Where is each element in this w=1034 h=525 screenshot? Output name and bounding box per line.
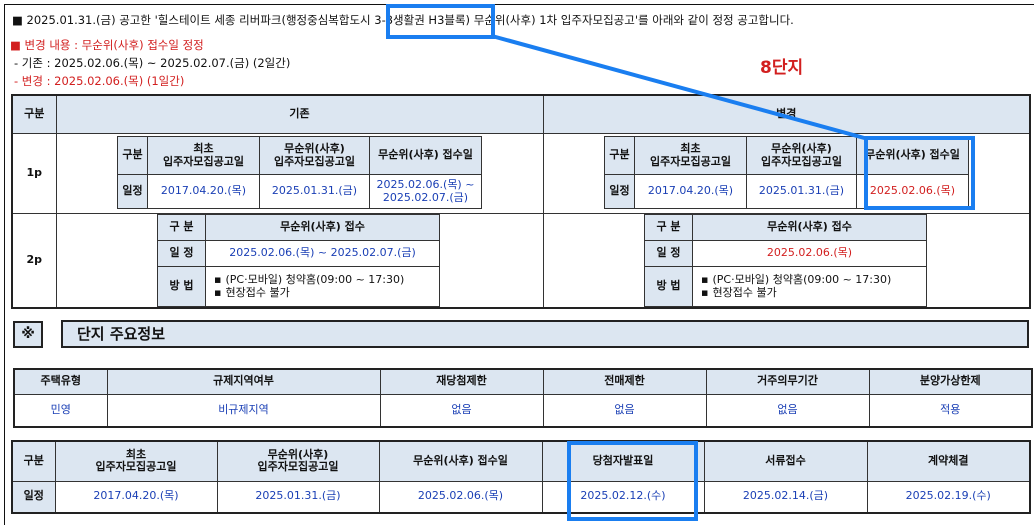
sched-v-docs: 2025.02.14.(금) xyxy=(703,480,868,514)
compare-header-before: 기존 xyxy=(55,94,544,134)
p1-h-first: 최초 입주자모집공고일 xyxy=(147,136,260,175)
row-1p-label: 1p xyxy=(11,132,57,214)
info-v-rewin: 없음 xyxy=(379,393,544,428)
p2-h-cat-after: 구 분 xyxy=(644,214,693,241)
row-2p-label: 2p xyxy=(11,212,57,309)
change-title: ■ 변경 내용 : 무순위(사후) 접수일 정정 xyxy=(10,38,204,52)
method-item: (PC·모바일) 청약홈(09:00 ~ 17:30) xyxy=(701,273,924,287)
info-v-resale: 없음 xyxy=(542,393,707,428)
p2-after-schedule: 2025.02.06.(목) xyxy=(692,240,927,267)
info-h-resale: 전매제한 xyxy=(542,368,707,395)
p2-r-schedule: 일 정 xyxy=(157,240,206,267)
p1-after-first: 2017.04.20.(목) xyxy=(634,174,747,209)
p1-before-first: 2017.04.20.(목) xyxy=(147,174,260,209)
p2-before-table: 구 분 무순위(사후) 접수 일 정 2025.02.06.(목) ~ 2025… xyxy=(157,214,440,307)
schedule-table: 구분 최초 입주자모집공고일 무순위(사후) 입주자모집공고일 무순위(사후) … xyxy=(11,440,1031,514)
sched-h-contract: 계약체결 xyxy=(866,440,1031,482)
highlight-box-winner-date xyxy=(567,441,698,521)
change-before: - 기존 : 2025.02.06.(목) ~ 2025.02.07.(금) (… xyxy=(14,56,291,70)
info-h-type: 주택유형 xyxy=(13,368,108,395)
section-title: 단지 주요정보 xyxy=(77,325,166,343)
sched-h-notice: 무순위(사후) 입주자모집공고일 xyxy=(216,440,380,482)
sched-h-cat: 구분 xyxy=(11,440,56,482)
highlight-box-receipt-after xyxy=(864,136,975,210)
info-v-type: 민영 xyxy=(13,393,108,428)
method-item: 현장접수 불가 xyxy=(701,286,924,300)
p1-r-label-after: 일정 xyxy=(604,174,635,209)
info-v-regulation: 비규제지역 xyxy=(106,393,381,428)
sched-h-first: 최초 입주자모집공고일 xyxy=(54,440,218,482)
p1-h-notice-after: 무순위(사후) 입주자모집공고일 xyxy=(746,136,857,175)
compare-header-category: 구분 xyxy=(11,94,57,134)
p2-before-schedule: 2025.02.06.(목) ~ 2025.02.07.(금) xyxy=(205,240,440,267)
reference-mark-icon: ※ xyxy=(21,326,35,342)
p1-h-notice: 무순위(사후) 입주자모집공고일 xyxy=(259,136,370,175)
p1-h-cat-after: 구분 xyxy=(604,136,635,175)
info-h-regulation: 규제지역여부 xyxy=(106,368,381,395)
annotation-label: 8단지 xyxy=(760,58,804,78)
p2-r-schedule-after: 일 정 xyxy=(644,240,693,267)
p1-r-label: 일정 xyxy=(117,174,148,209)
p1-before-table: 구분 최초 입주자모집공고일 무순위(사후) 입주자모집공고일 무순위(사후) … xyxy=(117,136,482,209)
p2-after-method: (PC·모바일) 청약홈(09:00 ~ 17:30) 현장접수 불가 xyxy=(692,266,927,307)
p1-h-first-after: 최초 입주자모집공고일 xyxy=(634,136,747,175)
sched-v-contract: 2025.02.19.(수) xyxy=(866,480,1031,514)
p2-r-method: 방 법 xyxy=(157,266,206,307)
info-h-pricecap: 분양가상한제 xyxy=(868,368,1033,395)
change-after: - 변경 : 2025.02.06.(목) (1일간) xyxy=(14,74,185,88)
info-h-residence: 거주의무기간 xyxy=(705,368,870,395)
info-v-residence: 없음 xyxy=(705,393,870,428)
p2-r-method-after: 방 법 xyxy=(644,266,693,307)
sched-v-receipt: 2025.02.06.(목) xyxy=(378,480,543,514)
p2-before-method: (PC·모바일) 청약홈(09:00 ~ 17:30) 현장접수 불가 xyxy=(205,266,440,307)
sched-v-first: 2017.04.20.(목) xyxy=(54,480,218,514)
sched-v-notice: 2025.01.31.(금) xyxy=(216,480,380,514)
p2-h-receipt-after: 무순위(사후) 접수 xyxy=(692,214,927,241)
section-title-box: 단지 주요정보 xyxy=(61,320,1029,348)
p1-after-notice: 2025.01.31.(금) xyxy=(746,174,857,209)
method-item: (PC·모바일) 청약홈(09:00 ~ 17:30) xyxy=(214,273,437,287)
highlight-box-block xyxy=(386,4,495,39)
sched-row-label: 일정 xyxy=(11,480,56,514)
info-h-rewin: 재당첨제한 xyxy=(379,368,544,395)
compare-header-after: 변경 xyxy=(542,94,1031,134)
p2-h-receipt: 무순위(사후) 접수 xyxy=(205,214,440,241)
p1-h-cat: 구분 xyxy=(117,136,148,175)
p2-h-cat: 구 분 xyxy=(157,214,206,241)
p1-before-notice: 2025.01.31.(금) xyxy=(259,174,370,209)
sched-h-docs: 서류접수 xyxy=(703,440,868,482)
method-item: 현장접수 불가 xyxy=(214,286,437,300)
info-v-pricecap: 적용 xyxy=(868,393,1033,428)
p1-before-receipt: 2025.02.06.(목) ~ 2025.02.07.(금) xyxy=(369,174,482,209)
p2-after-table: 구 분 무순위(사후) 접수 일 정 2025.02.06.(목) 방 법 (P… xyxy=(644,214,927,307)
info-table: 주택유형 규제지역여부 재당첨제한 전매제한 거주의무기간 분양가상한제 민영 … xyxy=(13,368,1033,428)
section-mark-box: ※ xyxy=(13,321,43,348)
p1-h-receipt: 무순위(사후) 접수일 xyxy=(369,136,482,175)
sched-h-receipt: 무순위(사후) 접수일 xyxy=(378,440,543,482)
